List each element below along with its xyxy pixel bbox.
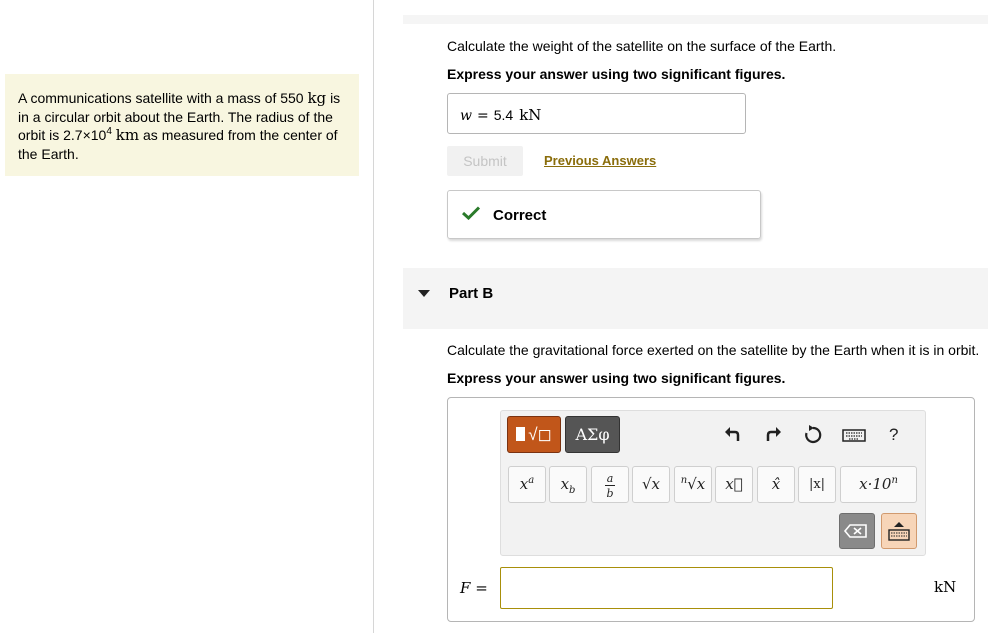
answer-value: 5.4 bbox=[493, 107, 514, 123]
feedback-label: Correct bbox=[493, 207, 547, 224]
answer-variable: w bbox=[460, 108, 472, 124]
templates-button[interactable]: √◻ bbox=[507, 416, 561, 453]
previous-answers-link[interactable]: Previous Answers bbox=[544, 153, 656, 168]
keyboard-toggle-icon bbox=[888, 522, 910, 541]
square-root-button[interactable]: √x bbox=[632, 466, 670, 503]
nth-root-button[interactable]: n√x bbox=[674, 466, 712, 503]
submit-button[interactable]: Submit bbox=[447, 146, 523, 176]
fraction-button[interactable]: ab bbox=[591, 466, 629, 503]
vector-button[interactable]: x⃗ bbox=[715, 466, 753, 503]
part-a-instruction: Express your answer using two significan… bbox=[447, 66, 786, 82]
collapse-triangle-icon[interactable] bbox=[418, 290, 430, 297]
keyboard-toggle-button[interactable] bbox=[881, 513, 917, 549]
part-b-title: Part B bbox=[449, 285, 494, 302]
templates-label: √◻ bbox=[528, 425, 552, 444]
subscript-button[interactable]: xb bbox=[549, 466, 587, 503]
help-button[interactable]: ? bbox=[889, 425, 898, 445]
part-b-question: Calculate the gravitational force exerte… bbox=[447, 342, 980, 358]
part-b-header[interactable]: Part B bbox=[403, 268, 988, 329]
page: A communications satellite with a mass o… bbox=[0, 0, 988, 633]
part-b-instruction: Express your answer using two significan… bbox=[447, 370, 786, 386]
check-icon bbox=[462, 206, 480, 220]
redo-icon[interactable] bbox=[763, 425, 783, 445]
math-editor: √◻ ΑΣφ ? xa xb ab √x n√x x⃗ x̂ |x| x·10n… bbox=[447, 397, 975, 622]
problem-statement: A communications satellite with a mass o… bbox=[5, 74, 359, 176]
part-b-variable: F = bbox=[460, 579, 488, 597]
backspace-icon bbox=[843, 524, 867, 538]
absolute-value-button[interactable]: |x| bbox=[798, 466, 836, 503]
unit-vector-button[interactable]: x̂ bbox=[757, 466, 795, 503]
part-b-unit: kN bbox=[934, 578, 957, 596]
problem-pane: A communications satellite with a mass o… bbox=[0, 0, 374, 633]
part-a-header-bar bbox=[403, 15, 988, 24]
radius-exponent: 4 bbox=[106, 126, 112, 137]
superscript-button[interactable]: xa bbox=[508, 466, 546, 503]
part-b-answer-input[interactable] bbox=[500, 567, 833, 609]
part-a-answer-field[interactable]: w = 5.4 kN bbox=[447, 93, 746, 134]
template-block-icon bbox=[516, 427, 526, 441]
math-palette: √◻ ΑΣφ ? xa xb ab √x n√x x⃗ x̂ |x| x·10n bbox=[500, 410, 926, 556]
equals-sign: = bbox=[476, 108, 489, 124]
part-a-question: Calculate the weight of the satellite on… bbox=[447, 38, 837, 54]
mass-unit: kg bbox=[307, 89, 327, 107]
delete-button[interactable] bbox=[839, 513, 875, 549]
feedback-box: Correct bbox=[447, 190, 761, 239]
radius-unit: km bbox=[115, 126, 140, 144]
keyboard-icon[interactable] bbox=[842, 425, 866, 445]
greek-symbols-button[interactable]: ΑΣφ bbox=[565, 416, 620, 453]
scientific-notation-button[interactable]: x·10n bbox=[840, 466, 917, 503]
undo-icon[interactable] bbox=[723, 425, 743, 445]
reset-icon[interactable] bbox=[803, 425, 823, 445]
answer-unit: kN bbox=[519, 106, 542, 124]
problem-text-1: A communications satellite with a mass o… bbox=[18, 90, 304, 106]
